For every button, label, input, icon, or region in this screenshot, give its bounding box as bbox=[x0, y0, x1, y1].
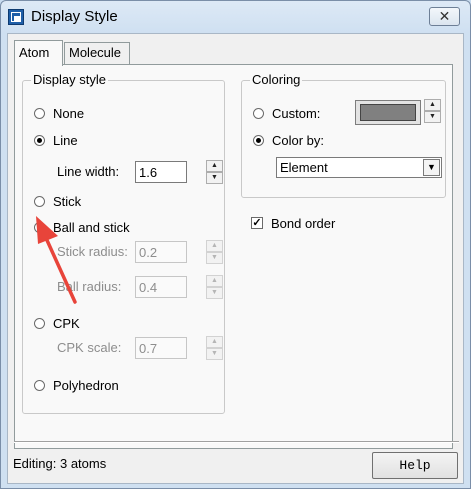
display-style-legend: Display style bbox=[31, 72, 108, 87]
radio-line[interactable]: Line bbox=[34, 131, 78, 149]
radio-stick-label: Stick bbox=[53, 193, 82, 209]
help-button[interactable]: Help bbox=[372, 452, 458, 479]
radio-polyhedron-indicator bbox=[34, 379, 45, 391]
spin-down-icon[interactable]: ▼ bbox=[206, 252, 223, 264]
ball-radius-label: Ball radius: bbox=[57, 279, 122, 294]
radio-line-indicator bbox=[34, 134, 45, 146]
bond-order-label: Bond order bbox=[271, 215, 336, 231]
radio-custom-label: Custom: bbox=[272, 105, 321, 121]
radio-ball-and-stick[interactable]: Ball and stick bbox=[34, 218, 130, 236]
bond-order-check-indicator: ✓ bbox=[251, 217, 263, 229]
radio-polyhedron[interactable]: Polyhedron bbox=[34, 376, 119, 394]
radio-none-indicator bbox=[34, 107, 45, 119]
close-button[interactable]: ✕ bbox=[429, 7, 460, 26]
ball-radius-input[interactable] bbox=[135, 276, 187, 298]
spin-down-icon[interactable]: ▼ bbox=[206, 172, 223, 184]
stick-radius-spinner[interactable]: ▲ ▼ bbox=[206, 240, 223, 264]
stick-radius-label: Stick radius: bbox=[57, 244, 128, 259]
status-text: Editing: 3 atoms bbox=[13, 456, 107, 471]
radio-color-by[interactable]: Color by: bbox=[253, 131, 324, 149]
display-style-group: Display style None Line Line width: ▲ ▼ bbox=[22, 72, 225, 414]
radio-ball-and-stick-indicator bbox=[34, 221, 45, 233]
window-title: Display Style bbox=[31, 8, 118, 25]
spin-up-icon[interactable]: ▲ bbox=[206, 275, 223, 287]
spin-up-icon[interactable]: ▲ bbox=[206, 240, 223, 252]
color-by-value: Element bbox=[280, 160, 328, 175]
line-width-input[interactable] bbox=[135, 161, 187, 183]
radio-cpk[interactable]: CPK bbox=[34, 314, 80, 332]
color-by-select[interactable]: Element ▼ bbox=[276, 157, 442, 178]
spin-down-icon[interactable]: ▼ bbox=[206, 287, 223, 299]
close-icon: ✕ bbox=[438, 8, 451, 24]
bond-order-checkbox[interactable]: ✓ Bond order bbox=[251, 214, 335, 232]
tab-molecule[interactable]: Molecule bbox=[64, 42, 130, 64]
dropdown-arrow-icon[interactable]: ▼ bbox=[423, 159, 440, 176]
spin-up-icon[interactable]: ▲ bbox=[206, 160, 223, 172]
cpk-scale-spinner[interactable]: ▲ ▼ bbox=[206, 336, 223, 360]
line-width-spinner[interactable]: ▲ ▼ bbox=[206, 160, 223, 184]
spin-down-icon[interactable]: ▼ bbox=[206, 348, 223, 360]
coloring-legend: Coloring bbox=[250, 72, 303, 87]
radio-line-label: Line bbox=[53, 132, 78, 148]
dialog-body: Atom Molecule Display style None Line Li… bbox=[7, 33, 464, 484]
radio-cpk-label: CPK bbox=[53, 315, 80, 331]
custom-color-button[interactable] bbox=[355, 100, 421, 125]
radio-ball-and-stick-label: Ball and stick bbox=[53, 219, 130, 235]
custom-color-spinner[interactable]: ▲ ▼ bbox=[424, 99, 441, 123]
radio-none[interactable]: None bbox=[34, 104, 84, 122]
status-separator bbox=[14, 441, 459, 443]
dialog-window: Display Style ✕ Atom Molecule Display st… bbox=[0, 0, 471, 489]
custom-color-swatch bbox=[360, 104, 416, 121]
radio-none-label: None bbox=[53, 105, 85, 121]
radio-custom-color[interactable]: Custom: bbox=[253, 104, 320, 122]
radio-polyhedron-label: Polyhedron bbox=[53, 377, 119, 393]
app-icon bbox=[8, 9, 24, 25]
cpk-scale-input[interactable] bbox=[135, 337, 187, 359]
spin-up-icon[interactable]: ▲ bbox=[424, 99, 441, 111]
tab-atom[interactable]: Atom bbox=[14, 40, 63, 66]
radio-stick-indicator bbox=[34, 195, 45, 207]
radio-custom-indicator bbox=[253, 107, 264, 119]
coloring-group: Coloring Custom: ▲ ▼ Color by: Element ▼ bbox=[241, 72, 446, 198]
cpk-scale-label: CPK scale: bbox=[57, 340, 122, 355]
radio-cpk-indicator bbox=[34, 317, 45, 329]
radio-color-by-label: Color by: bbox=[272, 132, 325, 148]
atom-tab-panel: Display style None Line Line width: ▲ ▼ bbox=[14, 64, 453, 449]
radio-stick[interactable]: Stick bbox=[34, 192, 81, 210]
stick-radius-input[interactable] bbox=[135, 241, 187, 263]
ball-radius-spinner[interactable]: ▲ ▼ bbox=[206, 275, 223, 299]
line-width-label: Line width: bbox=[57, 164, 120, 179]
radio-color-by-indicator bbox=[253, 134, 264, 146]
spin-down-icon[interactable]: ▼ bbox=[424, 111, 441, 123]
spin-up-icon[interactable]: ▲ bbox=[206, 336, 223, 348]
